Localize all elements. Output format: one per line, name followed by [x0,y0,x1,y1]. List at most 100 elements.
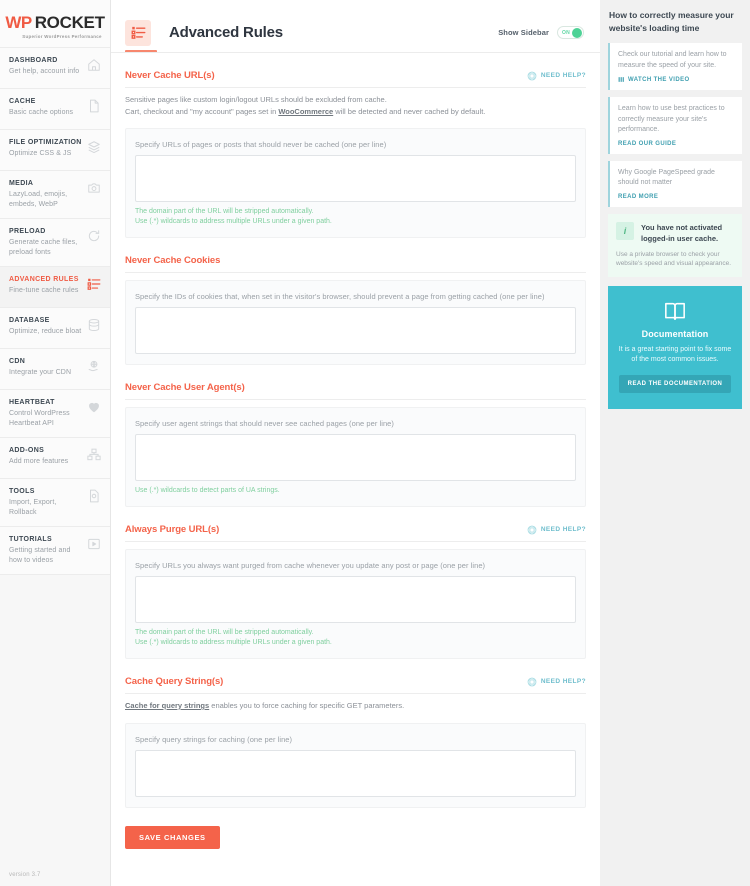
section-title: Cache Query String(s) [125,676,224,687]
documentation-text: It is a great starting point to fix some… [618,345,732,364]
cache-query-strings-link[interactable]: Cache for query strings [125,701,209,710]
section-header: Never Cache URL(s) NEED HELP? [125,70,586,88]
rules-textarea[interactable] [135,576,576,623]
sidebar-item-label: CACHE [9,98,36,105]
sidebar-item-cache[interactable]: CACHE Basic cache options [0,89,110,130]
video-icon [86,536,102,552]
version-label: version 3.7 [9,872,41,878]
addons-icon [86,447,102,463]
field-group: Specify the IDs of cookies that, when se… [125,280,586,365]
header-actions: Show Sidebar ON [498,26,584,39]
rules-textarea[interactable] [135,749,576,797]
brand-wp: WP [5,12,32,32]
sidebar-item-sublabel: Fine-tune cache rules [9,287,79,294]
section-description: Sensitive pages like custom login/logout… [125,88,586,121]
section-header: Never Cache User Agent(s) [125,382,586,400]
right-sidebar: How to correctly measure your website's … [600,0,750,886]
main-content: Advanced Rules Show Sidebar ON Never Cac… [111,0,600,886]
aside-card-link-label: READ MORE [618,193,659,200]
need-help-link[interactable]: NEED HELP? [527,677,586,687]
sidebar-item-media[interactable]: MEDIA LazyLoad, emojis, embeds, WebP [0,171,110,219]
sidebar-item-label: MEDIA [9,180,34,187]
field-hint-line: The domain part of the URL will be strip… [135,629,314,636]
rules-textarea[interactable] [135,434,576,481]
aside-card-list: Check our tutorial and learn how to meas… [608,43,742,207]
header-divider [111,52,600,53]
sidebar-item-advanced-rules[interactable]: ADVANCED RULES Fine-tune cache rules [0,267,110,308]
settings-scroll-area[interactable]: Never Cache URL(s) NEED HELP? Sensitive pa… [111,53,600,886]
sidebar-item-dashboard[interactable]: DASHBOARD Get help, account info [0,48,110,89]
home-icon [86,57,102,73]
sidebar-item-label: TOOLS [9,488,35,495]
section-header: Never Cache Cookies [125,255,586,273]
help-square-icon [527,525,537,535]
rules-textarea[interactable] [135,307,576,354]
sidebar-item-label: DASHBOARD [9,57,58,64]
field-hint-line: Use (.*) wildcards to address multiple U… [135,218,332,225]
need-help-label: NEED HELP? [540,678,586,685]
sidebar-item-sublabel: Generate cache files, preload fonts [9,239,78,256]
sidebar-item-text: MEDIA LazyLoad, emojis, embeds, WebP [9,179,83,210]
sidebar-item-preload[interactable]: PRELOAD Generate cache files, preload fon… [0,219,110,267]
section-title: Never Cache User Agent(s) [125,382,245,393]
sidebar-item-label: DATABASE [9,317,50,324]
section-header: Always Purge URL(s) NEED HELP? [125,524,586,542]
aside-card: Check our tutorial and learn how to meas… [608,43,742,90]
section-title: Never Cache Cookies [125,255,221,266]
sidebar-item-sublabel: Optimize CSS & JS [9,150,72,157]
section-title: Never Cache URL(s) [125,70,215,81]
need-help-link[interactable]: NEED HELP? [527,525,586,535]
read-documentation-button[interactable]: READ THE DOCUMENTATION [618,374,732,393]
sidebar-item-database[interactable]: DATABASE Optimize, reduce bloat [0,308,110,349]
field-label: Specify the IDs of cookies that, when se… [135,292,545,301]
aside-card-link[interactable]: WATCH THE VIDEO [618,76,734,83]
need-help-link[interactable]: NEED HELP? [527,71,586,81]
sidebar-item-label: FILE OPTIMIZATION [9,139,82,146]
sidebar-item-text: TUTORIALS Getting started and how to vide… [9,535,83,566]
sidebar-item-label: HEARTBEAT [9,399,55,406]
aside-card: Learn how to use best practices to corre… [608,97,742,154]
list-icon [125,19,151,46]
sidebar-item-sublabel: Import, Export, Rollback [9,499,57,516]
aside-card-link[interactable]: READ OUR GUIDE [618,141,734,147]
field-hint-line: Use (.*) wildcards to detect parts of UA… [135,487,280,494]
sidebar-item-tools[interactable]: TOOLS Import, Export, Rollback [0,479,110,527]
heart-icon [86,399,102,415]
aside-card-link-label: WATCH THE VIDEO [628,76,690,83]
notice-title: You have not activated logged-in user ca… [641,222,723,243]
sidebar-item-text: ADVANCED RULES Fine-tune cache rules [9,275,83,296]
toggle-state-label: ON [562,29,570,36]
sidebar-item-sublabel: Getting started and how to videos [9,547,71,564]
logged-in-cache-notice: i You have not activated logged-in user … [608,213,742,277]
sidebar-item-sublabel: Get help, account info [9,68,80,75]
sidebar-item-file-optimization[interactable]: FILE OPTIMIZATION Optimize CSS & JS [0,130,110,171]
aside-card-link[interactable]: READ MORE [618,194,734,200]
sidebar-item-add-ons[interactable]: ADD-ONS Add more features [0,438,110,479]
brand-rocket: ROCKET [34,12,105,32]
database-icon [86,317,102,333]
save-changes-button[interactable]: SAVE CHANGES [125,825,220,849]
aside-card-text: Learn how to use best practices to corre… [618,105,725,133]
file-icon [86,98,102,114]
info-icon: i [616,221,634,240]
field-label: Specify URLs of pages or posts that shou… [135,140,387,149]
field-hints: Use (.*) wildcards to detect parts of UA… [135,486,576,496]
rules-textarea[interactable] [135,155,576,202]
show-sidebar-toggle[interactable]: ON [557,26,584,39]
sidebar-item-heartbeat[interactable]: HEARTBEAT Control WordPress Heartbeat API [0,390,110,438]
sidebar-item-cdn[interactable]: CDN Integrate your CDN [0,349,110,390]
field-hints: The domain part of the URL will be strip… [135,207,576,227]
sidebar-item-sublabel: Optimize, reduce bloat [9,328,82,335]
aside-card-link-label: READ OUR GUIDE [618,140,677,147]
left-sidebar: WP ROCKET Superior WordPress Performance… [0,0,111,886]
settings-section: Never Cache Cookies Specify the IDs of co… [125,238,586,365]
section-description-line: Cart, checkout and "my account" pages se… [125,106,586,118]
woocommerce-link[interactable]: WooCommerce [278,107,333,116]
section-description-line: Sensitive pages like custom login/logout… [125,95,387,104]
wp-rocket-admin: WP ROCKET Superior WordPress Performance… [0,0,750,886]
layers-icon [86,139,102,155]
sidebar-item-tutorials[interactable]: TUTORIALS Getting started and how to vide… [0,527,110,575]
desc-text-after: will be detected and never cached by def… [333,106,486,116]
sidebar-item-label: ADVANCED RULES [9,276,79,283]
field-hint-line: Use (.*) wildcards to address multiple U… [135,639,332,646]
